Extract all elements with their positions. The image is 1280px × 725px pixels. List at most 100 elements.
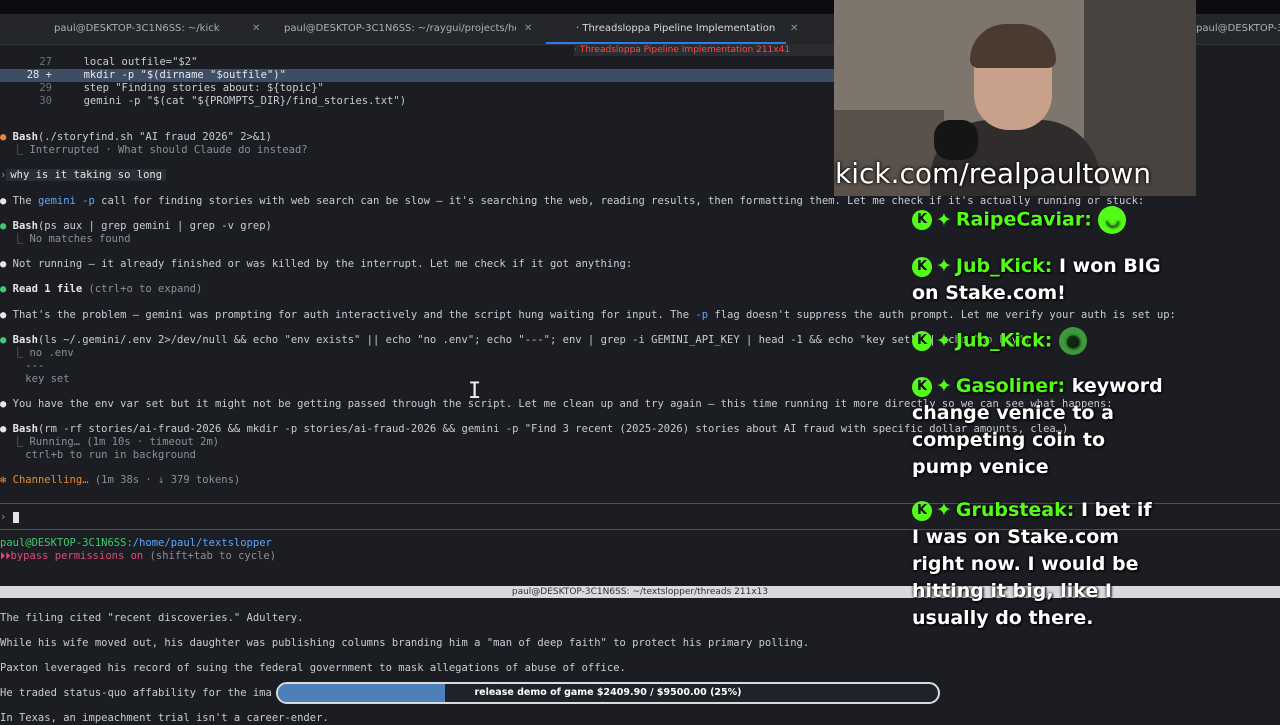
expand-hint: (ctrl+o to expand) (82, 283, 203, 295)
kick-badge-icon: K (912, 331, 932, 351)
code-line: 30 gemini -p "$(cat "${PROMPTS_DIR}/find… (0, 95, 406, 108)
line-number: 29 (39, 82, 52, 94)
calm-emote-icon: ◡ (1098, 206, 1127, 234)
bash-call: ● Bash(rm -rf stories/ai-fraud-2026 && m… (0, 423, 1068, 436)
result-corner-icon: ⎿ (12, 233, 24, 245)
bash-call: ● Bash(ls ~/.gemini/.env 2>/dev/null && … (0, 334, 1030, 347)
assistant-message: ● That's the problem — gemini was prompt… (0, 309, 1176, 322)
output-line: In Texas, an impeachment trial isn't a c… (0, 712, 329, 724)
kick-badge-icon: K (912, 500, 932, 521)
sparkle-badge-icon: ✦ (936, 375, 952, 397)
tool-result-text: no .env (29, 347, 74, 359)
prompt-input[interactable]: › (0, 511, 19, 524)
line-number: 27 (39, 56, 52, 68)
tool-result-text: key set (25, 373, 70, 385)
tab-kick-close[interactable]: ✕ (252, 14, 264, 44)
chat-message: K ✦ Gasoliner: keyword change venice to a … (912, 373, 1164, 481)
result-corner-icon: ⎿ (12, 436, 24, 448)
inline-code: gemini -p (37, 195, 95, 207)
permission-hint: (shift+tab to cycle) (143, 550, 277, 562)
close-icon: ✕ (252, 23, 261, 34)
code-text: mkdir -p "$(dirname "$outfile")" (58, 69, 286, 81)
assistant-message: ● Not running — it already finished or w… (0, 258, 632, 271)
tool-name: Bash (12, 131, 38, 143)
bullet-icon: ● (0, 195, 7, 207)
line-number: 28 + (26, 69, 52, 81)
tool-args: (ls ~/.gemini/.env 2>/dev/null && echo "… (37, 334, 1031, 346)
result-corner-icon: ⎿ (12, 347, 24, 359)
stream-handle: kick.com/realpaultown (834, 157, 1151, 190)
tool-args: (ps aux | grep gemini | grep -v grep) (37, 220, 272, 232)
close-icon: ✕ (524, 23, 533, 34)
tab-kick-w[interactable]: paul@DESKTOP-3C1N6SS: ~/kick/kick-w (1196, 14, 1280, 44)
status-line: ✻ Channelling… (1m 38s · ↓ 379 tokens) (0, 474, 240, 487)
code-text: local outfile="$2" (58, 56, 198, 68)
chat-username: Gasoliner: (955, 375, 1066, 397)
message-text: Not running — it already finished or was… (12, 258, 633, 270)
tool-result-text: No matches found (29, 233, 131, 245)
result-corner-icon: ⎿ (12, 144, 24, 156)
message-text: The (12, 195, 38, 207)
tool-result-text: --- (25, 360, 45, 372)
message-text: flag doesn't suppress the auth prompt. L… (708, 309, 1176, 321)
tab-threadsloppa-close[interactable]: ✕ (790, 14, 802, 44)
status-meta: (1m 38s · ↓ 379 tokens) (88, 474, 241, 486)
pepe-emote-icon: ◉ (1058, 327, 1087, 355)
tool-name: Bash (12, 334, 38, 346)
status-word: Channelling… (12, 474, 89, 486)
kick-badge-icon: K (912, 376, 932, 397)
tab-threadsloppa[interactable]: · Threadsloppa Pipeline Implementation (546, 14, 786, 44)
bash-call: ● Bash(./storyfind.sh "AI fraud 2026" 2>… (0, 131, 272, 144)
bash-call: ● Bash(ps aux | grep gemini | grep -v gr… (0, 220, 272, 233)
sparkle-badge-icon: ✦ (936, 255, 952, 277)
tool-result: ⎿ no .env (0, 347, 74, 360)
tool-result: ⎿ Interrupted · What should Claude do in… (0, 144, 308, 157)
tab-label: paul@DESKTOP-3C1N6SS: ~/kick/kick-w (1196, 23, 1280, 34)
status-dot-icon: ● (0, 283, 7, 295)
tab-raygui[interactable]: paul@DESKTOP-3C1N6SS: ~/raygui/projects/… (284, 14, 516, 44)
tab-label: paul@DESKTOP-3C1N6SS: ~/kick (54, 23, 220, 34)
tool-result-text: Running… (1m 10s · timeout 2m) (29, 436, 220, 448)
tab-label: paul@DESKTOP-3C1N6SS: ~/raygui/projects/… (284, 23, 516, 34)
background-hint: ctrl+b to run in background (25, 449, 196, 461)
output-line: While his wife moved out, his daughter w… (0, 637, 810, 649)
kick-badge-icon: K (912, 256, 932, 277)
shell-user-host: paul@DESKTOP-3C1N6SS (0, 537, 127, 549)
bullet-icon: ● (0, 398, 7, 410)
kick-badge-icon: K (912, 210, 932, 230)
tool-result: ⎿ No matches found (0, 233, 131, 246)
tool-name: Bash (12, 423, 38, 435)
code-line-added: 28 + mkdir -p "$(dirname "$outfile")" (0, 69, 834, 82)
code-line: 29 step "Finding stories about: ${topic}… (0, 82, 324, 95)
permission-mode[interactable]: ⏵⏵bypass permissions on (shift+tab to cy… (0, 550, 276, 563)
status-dot-icon: ● (0, 334, 7, 346)
code-text: gemini -p "$(cat "${PROMPTS_DIR}/find_st… (58, 95, 407, 107)
tab-raygui-close[interactable]: ✕ (524, 14, 536, 44)
lower-pane-title-text: paul@DESKTOP-3C1N6SS: ~/textslopper/thre… (511, 587, 769, 597)
user-message-text: why is it taking so long (6, 169, 167, 181)
close-icon: ✕ (790, 23, 799, 34)
tool-result: --- (0, 360, 44, 373)
chat-username: RaipeCaviar: (955, 208, 1092, 231)
tool-args: (./storyfind.sh "AI fraud 2026" 2>&1) (37, 131, 272, 143)
spinner-icon: ✻ (0, 474, 7, 486)
shell-path: :/home/paul/textslopper (126, 537, 272, 549)
chat-message: K ✦ Grubsteak: I bet if I was on Stake.com… (912, 497, 1164, 632)
sparkle-badge-icon: ✦ (936, 329, 952, 352)
tool-result: key set (0, 373, 70, 386)
code-text: step "Finding stories about: ${topic}" (58, 82, 324, 94)
user-message: › why is it taking so long (0, 169, 167, 182)
permission-icon: ⏵⏵ (0, 550, 11, 562)
bullet-icon: ● (0, 309, 7, 321)
read-call[interactable]: ● Read 1 file (ctrl+o to expand) (0, 283, 202, 296)
tab-kick[interactable]: paul@DESKTOP-3C1N6SS: ~/kick (54, 14, 244, 44)
line-number: 30 (39, 95, 52, 107)
status-dot-icon: ● (0, 220, 7, 232)
progress-label: release demo of game $2409.90 / $9500.00… (474, 687, 742, 698)
pane-title: · Threadsloppa Pipeline Implementation 2… (574, 44, 834, 56)
chat-message: K ✦ Jub_Kick: ◉ (912, 327, 1164, 355)
output-line: Paxton leveraged his record of suing the… (0, 662, 626, 674)
inline-code: -p (695, 309, 709, 321)
chat-username: Jub_Kick: (955, 329, 1053, 352)
status-dot-icon: ● (0, 131, 7, 143)
